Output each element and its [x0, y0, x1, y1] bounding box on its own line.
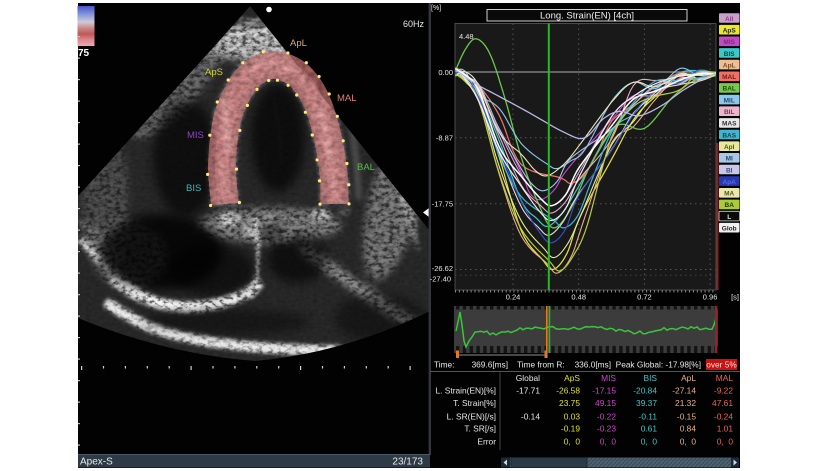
svg-text:1.01: 1.01	[717, 424, 734, 434]
svg-text:4.48: 4.48	[459, 32, 474, 41]
svg-text:0.03: 0.03	[564, 412, 581, 422]
svg-text:-26.62: -26.62	[432, 264, 453, 273]
svg-text:39.37: 39.37	[636, 398, 657, 408]
svg-text:BAL: BAL	[357, 162, 375, 173]
svg-text:-26.58: -26.58	[556, 386, 580, 396]
svg-text:Error: Error	[477, 437, 496, 447]
svg-text:BA: BA	[725, 202, 735, 209]
svg-text:T. Strain[%]: T. Strain[%]	[453, 398, 496, 408]
svg-text:ApS: ApS	[564, 373, 580, 383]
svg-text:75: 75	[78, 48, 90, 59]
svg-text:0, 0: 0, 0	[600, 437, 617, 447]
svg-text:T. SR[/s]: T. SR[/s]	[464, 424, 496, 434]
svg-text:336.0[ms]: 336.0[ms]	[575, 360, 611, 370]
svg-text:-27.40: -27.40	[430, 275, 451, 284]
svg-text:-0.11: -0.11	[639, 412, 658, 422]
svg-text:ApL: ApL	[681, 373, 696, 383]
svg-text:ApA: ApA	[723, 179, 737, 186]
svg-text:-8.87: -8.87	[436, 134, 453, 143]
svg-text:All: All	[725, 16, 734, 23]
svg-text:MI: MI	[726, 156, 733, 163]
svg-text:0.61: 0.61	[641, 424, 658, 434]
svg-text:0.00: 0.00	[438, 68, 453, 77]
svg-text:Time:: Time:	[434, 360, 454, 370]
svg-text:47.61: 47.61	[712, 398, 733, 408]
svg-text:0.72: 0.72	[637, 293, 652, 302]
svg-text:0, 0: 0, 0	[680, 437, 697, 447]
svg-text:0, 0: 0, 0	[641, 437, 658, 447]
svg-text:-20.84: -20.84	[633, 386, 657, 396]
svg-text:60Hz: 60Hz	[403, 19, 425, 29]
svg-text:-0.19: -0.19	[561, 424, 580, 434]
svg-text:21.32: 21.32	[675, 398, 696, 408]
svg-text:Time from R:: Time from R:	[517, 360, 565, 370]
svg-text:Global: Global	[516, 373, 540, 383]
svg-text:-0.24: -0.24	[714, 412, 733, 422]
svg-text:MA: MA	[724, 191, 734, 198]
svg-text:-27.14: -27.14	[672, 386, 696, 396]
svg-text:[s]: [s]	[731, 293, 739, 302]
svg-text:0.48: 0.48	[571, 293, 586, 302]
svg-text:BAL: BAL	[723, 86, 736, 93]
svg-text:BIL: BIL	[724, 109, 735, 116]
svg-text:0.84: 0.84	[680, 424, 697, 434]
svg-text:MIS: MIS	[187, 130, 204, 141]
svg-text:MIS: MIS	[723, 39, 735, 46]
svg-text:369.6[ms]: 369.6[ms]	[472, 360, 508, 370]
svg-text:L. Strain(EN)[%]: L. Strain(EN)[%]	[435, 386, 496, 396]
svg-text:0, 0: 0, 0	[717, 437, 734, 447]
svg-text:-0.14: -0.14	[521, 412, 540, 422]
svg-text:Apex-S: Apex-S	[80, 457, 113, 468]
svg-text:BI: BI	[726, 167, 733, 174]
svg-text:MAS: MAS	[722, 121, 737, 128]
svg-text:ApS: ApS	[723, 28, 737, 35]
svg-text:L. SR(EN)[/s]: L. SR(EN)[/s]	[447, 412, 496, 422]
svg-text:Glob: Glob	[722, 226, 737, 233]
svg-text:over 5%: over 5%	[706, 360, 737, 370]
svg-text:BAS: BAS	[722, 132, 736, 139]
svg-text:MIL: MIL	[724, 97, 735, 104]
svg-text:0.96: 0.96	[703, 293, 718, 302]
svg-text:MAL: MAL	[337, 93, 357, 104]
svg-text:-0.23: -0.23	[597, 424, 616, 434]
svg-text:0, 0: 0, 0	[564, 437, 581, 447]
svg-text:ApI: ApI	[724, 144, 735, 151]
svg-text:MAL: MAL	[716, 373, 734, 383]
svg-text:23.75: 23.75	[559, 398, 580, 408]
svg-text:[%]: [%]	[431, 5, 441, 12]
svg-text:-17.75: -17.75	[432, 200, 453, 209]
svg-text:L: L	[727, 214, 731, 221]
svg-text:ApL: ApL	[723, 62, 736, 69]
svg-text:Peak Global: -17.98[%]: Peak Global: -17.98[%]	[616, 360, 701, 370]
svg-text:MIS: MIS	[601, 373, 616, 383]
svg-text:-0.22: -0.22	[597, 412, 616, 422]
svg-text:-17.71: -17.71	[516, 386, 540, 396]
svg-text:BIS: BIS	[724, 51, 736, 58]
svg-text:0.24: 0.24	[506, 293, 521, 302]
svg-text:-9.22: -9.22	[714, 386, 733, 396]
svg-text:MAL: MAL	[722, 74, 736, 81]
svg-text:-0.15: -0.15	[677, 412, 696, 422]
svg-text:Long. Strain(EN) [4ch]: Long. Strain(EN) [4ch]	[540, 11, 634, 22]
svg-text:23/173: 23/173	[392, 457, 423, 468]
svg-text:-17.15: -17.15	[592, 386, 616, 396]
svg-text:ApS: ApS	[205, 67, 223, 78]
svg-text:BIS: BIS	[186, 183, 201, 194]
svg-text:49.15: 49.15	[595, 398, 616, 408]
svg-text:BIS: BIS	[644, 373, 658, 383]
svg-text:ApL: ApL	[290, 38, 307, 49]
